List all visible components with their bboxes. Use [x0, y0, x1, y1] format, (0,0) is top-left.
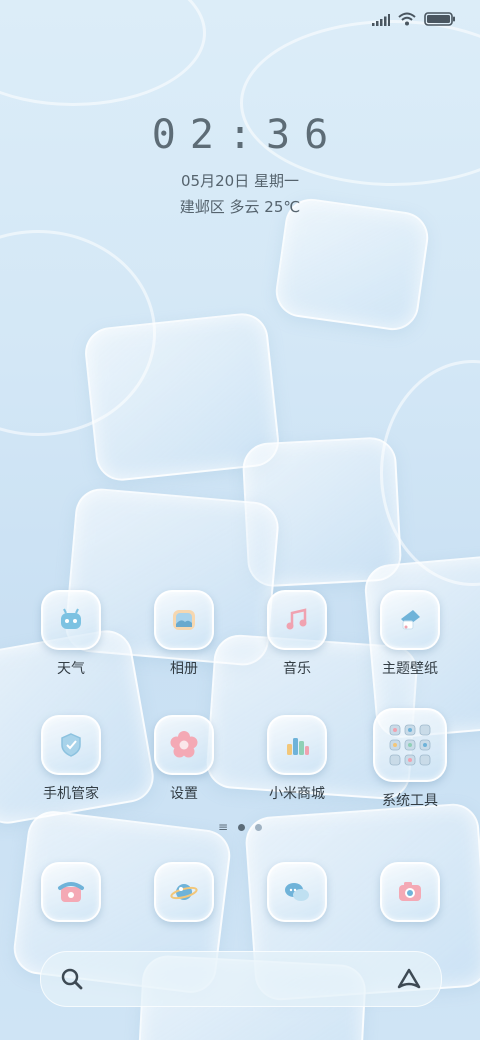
- mi-store-icon: [267, 715, 327, 775]
- dock-phone[interactable]: [21, 862, 121, 922]
- dock-camera[interactable]: [360, 862, 460, 922]
- app-label: 小米商城: [269, 786, 325, 802]
- date-text[interactable]: 05月20日 星期一: [0, 170, 480, 191]
- app-folder-system-tools[interactable]: 系统工具: [360, 708, 460, 810]
- app-label: 天气: [57, 661, 85, 677]
- app-label: 设置: [170, 786, 198, 802]
- gallery-icon: [154, 590, 214, 650]
- app-label: 主题壁纸: [382, 661, 438, 677]
- page-dot-active: [238, 824, 246, 831]
- app-label: 系统工具: [382, 793, 438, 809]
- security-shield-icon: [41, 715, 101, 775]
- search-bar[interactable]: [40, 951, 442, 1007]
- app-label: 相册: [170, 661, 198, 677]
- weather-robot-icon: [41, 590, 101, 650]
- music-icon: [267, 590, 327, 650]
- page-indicator[interactable]: ≡: [0, 820, 480, 834]
- clock-time[interactable]: 02:36: [0, 112, 480, 158]
- folder-icon: [373, 708, 447, 782]
- dock-messages[interactable]: [247, 862, 347, 922]
- settings-flower-icon: [154, 715, 214, 775]
- battery-icon: [424, 11, 456, 30]
- weather-summary[interactable]: 建邺区 多云 25℃: [0, 196, 480, 217]
- app-settings[interactable]: 设置: [134, 715, 234, 803]
- app-music[interactable]: 音乐: [247, 590, 347, 678]
- app-label: 手机管家: [43, 786, 99, 802]
- app-themes[interactable]: 主题壁纸: [360, 590, 460, 678]
- page-dot: [255, 824, 263, 831]
- phone-icon: [41, 862, 101, 922]
- menu-lines-icon: ≡: [217, 820, 229, 834]
- app-weather[interactable]: 天气: [21, 590, 121, 678]
- signal-icon: [372, 11, 390, 30]
- search-icon[interactable]: [59, 966, 85, 996]
- status-bar: [372, 10, 456, 30]
- camera-icon: [380, 862, 440, 922]
- app-label: 音乐: [283, 661, 311, 677]
- app-mi-store[interactable]: 小米商城: [247, 715, 347, 803]
- app-gallery[interactable]: 相册: [134, 590, 234, 678]
- dock-browser[interactable]: [134, 862, 234, 922]
- browser-planet-icon: [154, 862, 214, 922]
- wifi-icon: [398, 11, 416, 30]
- messages-icon: [267, 862, 327, 922]
- app-security[interactable]: 手机管家: [21, 715, 121, 803]
- themes-icon: [380, 590, 440, 650]
- assistant-icon[interactable]: [395, 967, 423, 995]
